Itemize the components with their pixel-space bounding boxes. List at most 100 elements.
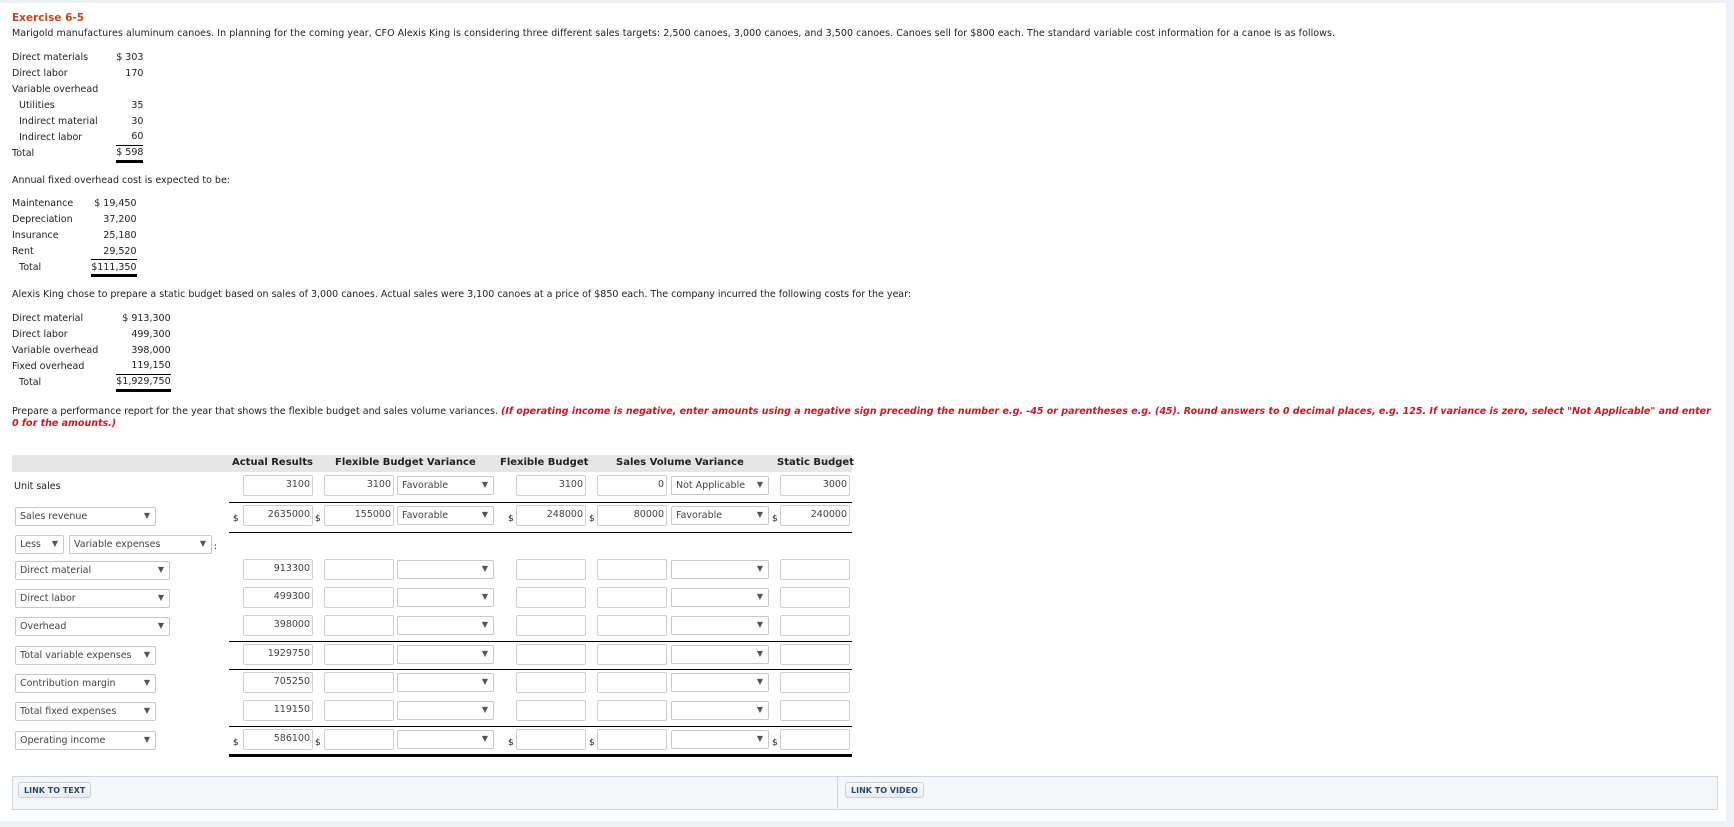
static-budget-input[interactable] [780,587,850,608]
sales-revenue-static-input[interactable]: 240000 [780,505,850,526]
variable-cost-row: Direct materials $ 303 [12,49,143,65]
line-item-select[interactable]: Total fixed expenses ▼ [15,702,156,721]
less-select[interactable]: Less ▼ [15,535,64,554]
variable-cost-amount: 170 [125,67,144,79]
sv-variance-select[interactable]: ▼ [671,588,769,607]
chevron-down-icon: ▼ [157,565,164,574]
line-item-select[interactable]: Direct labor ▼ [15,589,170,608]
line-item-select[interactable]: Direct material ▼ [15,561,170,580]
fb-variance-select[interactable]: ▼ [397,560,494,579]
unit-sales-sv-variance-input[interactable]: 0 [597,475,667,496]
sales-revenue-actual-input[interactable]: 2635000 [243,505,313,526]
sv-variance-input[interactable] [597,559,667,580]
sv-variance-input[interactable] [597,644,667,665]
divider [229,502,852,503]
sv-variance-select[interactable]: ▼ [671,645,769,664]
sales-revenue-sv-variance-input[interactable]: 80000 [597,505,667,526]
sv-variance-select[interactable]: ▼ [671,560,769,579]
fixed-cost-label: Rent [12,246,34,257]
sv-variance-select[interactable]: ▼ [671,616,769,635]
chevron-down-icon: ▼ [481,649,488,658]
static-budget-input[interactable] [780,729,850,750]
flexible-budget-input[interactable] [516,700,586,721]
flexible-budget-input[interactable] [516,672,586,693]
unit-sales-flexible-input[interactable]: 3100 [516,475,586,496]
flexible-budget-input[interactable] [516,587,586,608]
double-underline [229,754,852,757]
fb-variance-input[interactable] [324,644,394,665]
selected-value: Overhead [20,621,67,632]
fb-variance-select[interactable]: ▼ [397,588,494,607]
line-item-select[interactable]: Operating income ▼ [15,731,156,750]
fb-variance-select[interactable]: ▼ [397,701,494,720]
sv-variance-input[interactable] [597,729,667,750]
fb-variance-input[interactable] [324,615,394,636]
chevron-down-icon: ▼ [756,564,763,573]
unit-sales-actual-input[interactable]: 3100 [243,475,313,496]
fb-variance-input[interactable] [324,559,394,580]
currency-symbol: $ [772,738,778,748]
line-item-select[interactable]: Overhead ▼ [15,617,170,636]
line-item-select[interactable]: Total variable expenses ▼ [15,646,156,665]
variable-cost-label: Variable overhead [12,83,99,95]
sales-revenue-select[interactable]: Sales revenue ▼ [15,507,156,526]
actual-results-input[interactable]: 705250 [243,672,313,693]
actual-results-input[interactable]: 1929750 [243,644,313,665]
fb-variance-input[interactable] [324,587,394,608]
currency-symbol: $ [589,514,595,524]
sv-variance-select[interactable]: ▼ [671,701,769,720]
sv-variance-select[interactable]: ▼ [671,730,769,749]
unit-sales-fb-variance-select[interactable]: Favorable ▼ [397,476,494,495]
fixed-cost-amount: 29,520 [103,245,137,257]
flexible-budget-input[interactable] [516,559,586,580]
static-budget-input[interactable] [780,615,850,636]
actual-results-input[interactable]: 913300 [243,559,313,580]
unit-sales-static-input[interactable]: 3000 [780,475,850,496]
fb-variance-input[interactable] [324,672,394,693]
chevron-down-icon: ▼ [756,677,763,686]
fb-variance-input[interactable] [324,729,394,750]
fb-variance-select[interactable]: ▼ [397,616,494,635]
link-to-text-button[interactable]: LINK TO TEXT [18,782,92,798]
fb-variance-input[interactable] [324,700,394,721]
actual-results-input[interactable]: 398000 [243,615,313,636]
header-flexible-budget: Flexible Budget [500,457,589,468]
static-budget-input[interactable] [780,700,850,721]
sales-revenue-sv-variance-select[interactable]: Favorable ▼ [671,506,769,525]
sv-variance-input[interactable] [597,587,667,608]
flexible-budget-input[interactable] [516,729,586,750]
actual-cost-amount: $ 913,300 [122,312,171,324]
fixed-cost-amount: 37,200 [103,214,137,225]
actual-results-input[interactable]: 119150 [243,700,313,721]
sales-revenue-fb-variance-select[interactable]: Favorable ▼ [397,506,494,525]
unit-sales-sv-variance-select[interactable]: Not Applicable ▼ [671,476,769,495]
sales-revenue-flexible-input[interactable]: 248000 [516,505,586,526]
fb-variance-select[interactable]: ▼ [397,645,494,664]
variable-cost-label: Utilities [19,99,55,111]
static-budget-input[interactable] [780,672,850,693]
actual-cost-label: Direct material [12,312,84,324]
variable-cost-label: Total [12,147,35,159]
header-static-budget: Static Budget [777,457,854,468]
variable-expenses-select[interactable]: Variable expenses ▼ [69,535,212,554]
sv-variance-input[interactable] [597,672,667,693]
line-item-select[interactable]: Contribution margin ▼ [15,674,156,693]
actual-results-input[interactable]: 586100 [243,729,313,750]
sv-variance-input[interactable] [597,700,667,721]
sales-revenue-fb-variance-input[interactable]: 155000 [324,505,394,526]
chevron-down-icon: ▼ [51,539,58,548]
selected-value: Contribution margin [20,678,116,689]
sv-variance-select[interactable]: ▼ [671,673,769,692]
static-budget-input[interactable] [780,644,850,665]
selected-value: Less [20,539,41,550]
header-flexible-budget-variance: Flexible Budget Variance [335,457,476,468]
link-to-video-button[interactable]: LINK TO VIDEO [845,782,924,798]
fb-variance-select[interactable]: ▼ [397,673,494,692]
fb-variance-select[interactable]: ▼ [397,730,494,749]
actual-results-input[interactable]: 499300 [243,587,313,608]
flexible-budget-input[interactable] [516,644,586,665]
flexible-budget-input[interactable] [516,615,586,636]
sv-variance-input[interactable] [597,615,667,636]
static-budget-input[interactable] [780,559,850,580]
unit-sales-fb-variance-input[interactable]: 3100 [324,475,394,496]
